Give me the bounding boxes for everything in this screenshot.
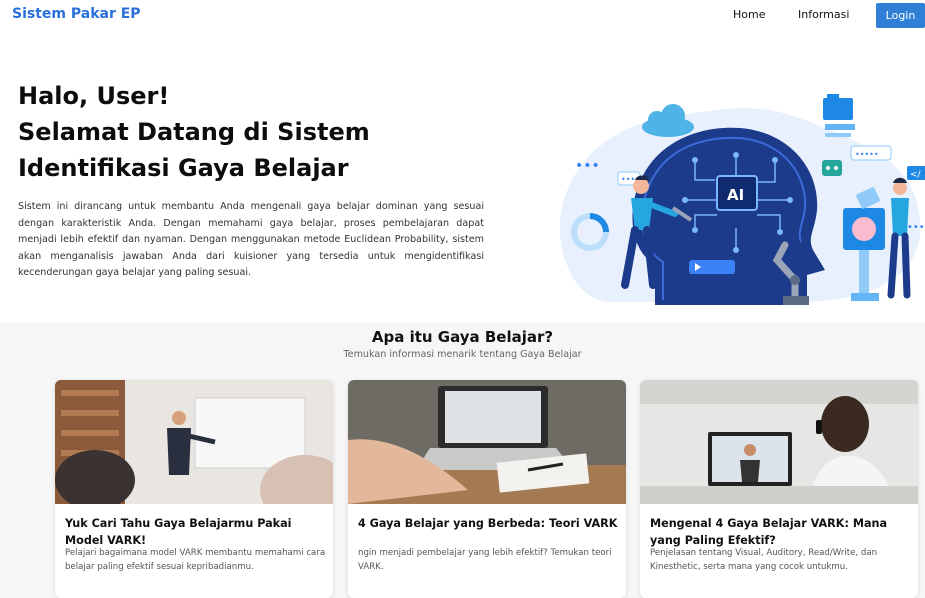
svg-text:•••: ••• bbox=[575, 158, 600, 174]
robot-icon bbox=[822, 160, 842, 176]
article-card[interactable]: Yuk Cari Tahu Gaya Belajarmu Pakai Model… bbox=[55, 380, 333, 598]
svg-text:</: </ bbox=[910, 170, 922, 180]
login-button[interactable]: Login bbox=[876, 3, 925, 28]
card-image-classroom bbox=[55, 380, 333, 504]
nav-home-link[interactable]: Home bbox=[733, 8, 765, 21]
hero-description: Sistem ini dirancang untuk membantu Anda… bbox=[18, 201, 484, 279]
info-section: Apa itu Gaya Belajar? Temukan informasi … bbox=[0, 322, 925, 598]
article-card[interactable]: Mengenal 4 Gaya Belajar VARK: Mana yang … bbox=[640, 380, 918, 598]
hero-ai-illustration: </ ••••• ••• ••• ••• AI bbox=[559, 94, 925, 305]
section-title: Apa itu Gaya Belajar? bbox=[371, 328, 554, 346]
svg-text:•••: ••• bbox=[621, 175, 635, 184]
card-text: Penjelasan tentang Visual, Auditory, Rea… bbox=[650, 548, 878, 572]
svg-text:•••••: ••••• bbox=[855, 150, 879, 159]
card-title[interactable]: 4 Gaya Belajar yang Berbeda: Teori VARK bbox=[358, 515, 620, 532]
card-image-laptop bbox=[348, 380, 626, 504]
hero-greeting: Halo, User! bbox=[18, 82, 170, 110]
card-text: ngin menjadi pembelajar yang lebih efekt… bbox=[358, 548, 612, 572]
card-image-online-class bbox=[640, 380, 918, 504]
hero-title-line1: Selamat Datang di Sistem bbox=[18, 118, 370, 146]
hero-title-line2: Identifikasi Gaya Belajar bbox=[18, 154, 349, 182]
card-title[interactable]: Yuk Cari Tahu Gaya Belajarmu Pakai Model… bbox=[65, 515, 327, 549]
ai-chip-label: AI bbox=[727, 186, 744, 204]
hero-heading: Halo, User! Selamat Datang di Sistem Ide… bbox=[18, 78, 488, 186]
section-subtitle: Temukan informasi menarik tentang Gaya B… bbox=[343, 349, 582, 360]
cloud-icon bbox=[642, 104, 694, 137]
code-icon: </ bbox=[907, 166, 925, 180]
nav-informasi-link[interactable]: Informasi bbox=[798, 8, 849, 21]
svg-text:•••: ••• bbox=[907, 222, 925, 233]
card-text: Pelajari bagaimana model VARK membantu m… bbox=[65, 548, 326, 572]
navbar: Sistem Pakar EP Home Informasi Login bbox=[0, 0, 925, 32]
brand-logo[interactable]: Sistem Pakar EP bbox=[12, 6, 141, 22]
card-title[interactable]: Mengenal 4 Gaya Belajar VARK: Mana yang … bbox=[650, 515, 912, 549]
article-card[interactable]: 4 Gaya Belajar yang Berbeda: Teori VARK … bbox=[348, 380, 626, 598]
